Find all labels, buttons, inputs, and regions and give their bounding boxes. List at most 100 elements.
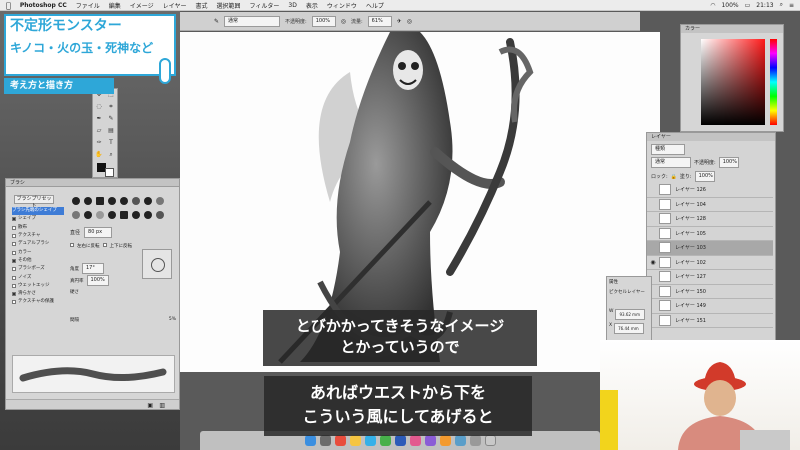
app-icon[interactable] xyxy=(439,435,451,446)
brush-preset-button[interactable]: ブラシプリセット xyxy=(14,195,54,209)
hand-tool-icon[interactable]: ✋ xyxy=(95,151,103,159)
trash-dock-icon[interactable] xyxy=(484,435,496,446)
layer-row[interactable]: レイヤー 149 xyxy=(647,299,773,314)
checkbox[interactable] xyxy=(12,267,16,272)
hue-slider[interactable] xyxy=(770,39,777,125)
menu-help[interactable]: ヘルプ xyxy=(366,1,384,10)
menu-image[interactable]: イメージ xyxy=(130,1,154,10)
lasso-tool-icon[interactable]: ◌ xyxy=(95,103,103,111)
menu-layer[interactable]: レイヤー xyxy=(163,1,187,10)
music-icon[interactable] xyxy=(409,435,421,446)
brush-option[interactable]: シェイプ xyxy=(12,215,64,223)
layers-panel-header[interactable]: レイヤー xyxy=(647,133,775,141)
pressure-opacity-icon[interactable]: ◎ xyxy=(341,18,346,25)
lock-icon[interactable]: 🔒 xyxy=(671,174,677,180)
checkbox[interactable] xyxy=(12,234,16,239)
checkbox[interactable] xyxy=(12,258,16,263)
checkbox[interactable] xyxy=(12,292,16,297)
checkbox[interactable] xyxy=(12,242,16,247)
eraser-tool-icon[interactable]: ▱ xyxy=(95,127,103,135)
checkbox[interactable] xyxy=(12,283,16,288)
gradient-tool-icon[interactable]: ▤ xyxy=(107,127,115,135)
menu-select[interactable]: 選択範囲 xyxy=(217,1,241,10)
layer-row[interactable]: レイヤー 105 xyxy=(647,227,773,241)
brush-option[interactable]: ブラシポーズ xyxy=(12,265,64,273)
airbrush-icon[interactable]: ✈ xyxy=(397,18,402,25)
brush-tool-icon[interactable]: ✎ xyxy=(214,18,219,25)
wifi-icon[interactable]: ◠ xyxy=(710,2,715,9)
size-field[interactable]: 80 px xyxy=(84,227,113,238)
checkbox[interactable] xyxy=(12,300,16,305)
photoshop-icon[interactable] xyxy=(394,435,406,446)
app-menu[interactable]: Photoshop CC xyxy=(20,2,67,9)
spacing-value[interactable]: 5% xyxy=(169,317,176,323)
crop-tool-icon[interactable]: ⌗ xyxy=(107,103,115,111)
system-preferences-icon[interactable] xyxy=(469,435,481,446)
menu-3d[interactable]: 3D xyxy=(288,2,296,9)
w-field[interactable]: 93.62 mm xyxy=(615,309,646,320)
text-tool-icon[interactable]: T xyxy=(107,139,115,147)
battery-icon[interactable]: ▭ xyxy=(745,2,751,9)
app-icon[interactable] xyxy=(424,435,436,446)
messages-icon[interactable] xyxy=(379,435,391,446)
flip-y-checkbox[interactable] xyxy=(102,243,107,247)
checkbox[interactable] xyxy=(12,217,16,222)
checkbox[interactable] xyxy=(12,250,16,255)
brush-option[interactable]: ウェットエッジ xyxy=(12,282,64,290)
layer-row[interactable]: レイヤー 104 xyxy=(647,198,773,212)
checkbox[interactable] xyxy=(12,225,16,230)
angle-field[interactable]: 17° xyxy=(82,263,104,274)
properties-header[interactable]: 属性 xyxy=(609,279,649,285)
clock[interactable]: 21:13 xyxy=(756,2,773,9)
brush-option[interactable]: テクスチャ xyxy=(12,232,64,240)
opacity-field[interactable]: 100% xyxy=(311,15,336,27)
layer-row[interactable]: レイヤー 150 xyxy=(647,285,773,299)
menu-view[interactable]: 表示 xyxy=(306,1,318,10)
checkbox[interactable] xyxy=(12,275,16,280)
search-icon[interactable]: ⌕ xyxy=(780,1,783,9)
layer-row[interactable]: レイヤー 103 xyxy=(647,241,773,256)
brush-panel-header[interactable]: ブラシ xyxy=(6,179,179,187)
menu-file[interactable]: ファイル xyxy=(76,1,100,10)
flow-field[interactable]: 61% xyxy=(367,15,392,27)
layer-row[interactable]: レイヤー 126 xyxy=(647,183,773,198)
brush-angle-preview[interactable] xyxy=(142,249,172,279)
brush-option[interactable]: カラー xyxy=(12,248,64,256)
visibility-eye-icon[interactable]: ◉ xyxy=(647,259,659,266)
blend-mode-select[interactable]: 通常 xyxy=(651,157,691,168)
layer-row[interactable]: レイヤー 127 xyxy=(647,270,773,285)
eyedropper-tool-icon[interactable]: ✒ xyxy=(95,115,103,123)
fill-field[interactable]: 100% xyxy=(694,171,715,182)
app-icon[interactable] xyxy=(454,435,466,446)
layer-row[interactable]: レイヤー 151 xyxy=(647,314,773,328)
flip-x-checkbox[interactable] xyxy=(70,243,74,247)
notes-icon[interactable] xyxy=(349,435,361,446)
calendar-icon[interactable] xyxy=(334,435,346,446)
mode-select[interactable]: 通常 xyxy=(224,15,281,27)
layer-row[interactable]: レイヤー 128 xyxy=(647,212,773,227)
new-brush-icon[interactable]: ▣ xyxy=(147,402,153,409)
brush-tool-icon-2[interactable]: ✎ xyxy=(107,115,115,123)
trash-icon[interactable]: ▥ xyxy=(159,402,165,409)
pen-tool-icon[interactable]: ✑ xyxy=(95,139,103,147)
layer-opacity-field[interactable]: 100% xyxy=(718,157,739,168)
menu-filter[interactable]: フィルター xyxy=(250,1,280,10)
apple-icon[interactable]:  xyxy=(6,1,11,10)
x-field[interactable]: 76.44 mm xyxy=(614,323,645,334)
background-color-swatch[interactable] xyxy=(105,168,114,177)
color-panel-header[interactable]: カラー xyxy=(681,25,783,33)
brush-option[interactable]: その他 xyxy=(12,257,64,265)
color-picker-field[interactable] xyxy=(701,39,765,125)
brush-option[interactable]: ブラシ先端のシェイプ xyxy=(12,207,64,216)
layer-kind-select[interactable]: 種類 xyxy=(651,144,685,155)
layer-row[interactable]: ◉ レイヤー 102 xyxy=(647,256,773,270)
menu-edit[interactable]: 編集 xyxy=(109,1,121,10)
brush-option[interactable]: 散布 xyxy=(12,224,64,232)
roundness-field[interactable]: 100% xyxy=(86,275,109,286)
brush-option[interactable]: 滑らかさ xyxy=(12,290,64,298)
menu-list-icon[interactable]: ≡ xyxy=(789,2,794,9)
brush-option[interactable]: デュアルブラシ xyxy=(12,240,64,248)
launchpad-icon[interactable] xyxy=(319,435,331,446)
pressure-size-icon[interactable]: ◎ xyxy=(407,18,412,25)
brush-option[interactable]: ノイズ xyxy=(12,273,64,281)
